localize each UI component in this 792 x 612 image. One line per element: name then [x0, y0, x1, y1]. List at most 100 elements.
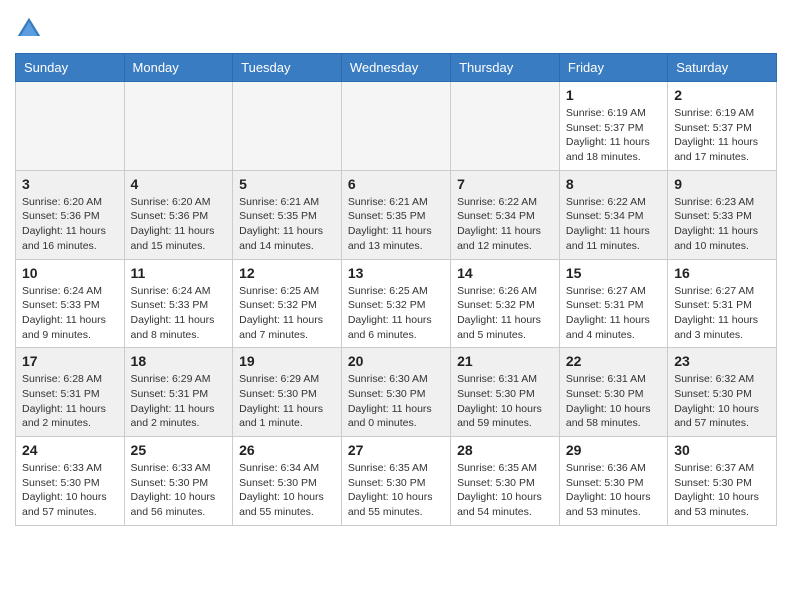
day-info: Sunrise: 6:35 AM Sunset: 5:30 PM Dayligh… — [457, 461, 553, 520]
day-number: 4 — [131, 176, 227, 192]
day-number: 30 — [674, 442, 770, 458]
day-number: 28 — [457, 442, 553, 458]
day-info: Sunrise: 6:19 AM Sunset: 5:37 PM Dayligh… — [674, 106, 770, 165]
calendar-week-row: 10 Sunrise: 6:24 AM Sunset: 5:33 PM Dayli… — [16, 259, 777, 348]
calendar-cell: 6 Sunrise: 6:21 AM Sunset: 5:35 PM Daylig… — [341, 170, 450, 259]
calendar-cell — [124, 82, 233, 171]
day-info: Sunrise: 6:22 AM Sunset: 5:34 PM Dayligh… — [566, 195, 661, 254]
calendar-cell: 4 Sunrise: 6:20 AM Sunset: 5:36 PM Daylig… — [124, 170, 233, 259]
calendar-cell: 23 Sunrise: 6:32 AM Sunset: 5:30 PM Dayli… — [668, 348, 777, 437]
day-number: 29 — [566, 442, 661, 458]
calendar-week-row: 1 Sunrise: 6:19 AM Sunset: 5:37 PM Daylig… — [16, 82, 777, 171]
day-number: 3 — [22, 176, 118, 192]
calendar-week-row: 3 Sunrise: 6:20 AM Sunset: 5:36 PM Daylig… — [16, 170, 777, 259]
day-info: Sunrise: 6:20 AM Sunset: 5:36 PM Dayligh… — [22, 195, 118, 254]
day-number: 13 — [348, 265, 444, 281]
day-number: 14 — [457, 265, 553, 281]
day-info: Sunrise: 6:20 AM Sunset: 5:36 PM Dayligh… — [131, 195, 227, 254]
calendar-cell: 1 Sunrise: 6:19 AM Sunset: 5:37 PM Daylig… — [559, 82, 667, 171]
calendar-cell: 9 Sunrise: 6:23 AM Sunset: 5:33 PM Daylig… — [668, 170, 777, 259]
day-info: Sunrise: 6:33 AM Sunset: 5:30 PM Dayligh… — [22, 461, 118, 520]
calendar-cell: 20 Sunrise: 6:30 AM Sunset: 5:30 PM Dayli… — [341, 348, 450, 437]
calendar-cell: 28 Sunrise: 6:35 AM Sunset: 5:30 PM Dayli… — [451, 437, 560, 526]
calendar-cell: 30 Sunrise: 6:37 AM Sunset: 5:30 PM Dayli… — [668, 437, 777, 526]
day-number: 9 — [674, 176, 770, 192]
weekday-header: Wednesday — [341, 54, 450, 82]
day-number: 23 — [674, 353, 770, 369]
day-info: Sunrise: 6:26 AM Sunset: 5:32 PM Dayligh… — [457, 284, 553, 343]
day-number: 19 — [239, 353, 335, 369]
day-number: 20 — [348, 353, 444, 369]
calendar-cell: 12 Sunrise: 6:25 AM Sunset: 5:32 PM Dayli… — [233, 259, 342, 348]
calendar-cell: 14 Sunrise: 6:26 AM Sunset: 5:32 PM Dayli… — [451, 259, 560, 348]
day-number: 18 — [131, 353, 227, 369]
calendar-cell: 29 Sunrise: 6:36 AM Sunset: 5:30 PM Dayli… — [559, 437, 667, 526]
day-info: Sunrise: 6:21 AM Sunset: 5:35 PM Dayligh… — [348, 195, 444, 254]
calendar-cell: 16 Sunrise: 6:27 AM Sunset: 5:31 PM Dayli… — [668, 259, 777, 348]
calendar-cell: 3 Sunrise: 6:20 AM Sunset: 5:36 PM Daylig… — [16, 170, 125, 259]
day-number: 27 — [348, 442, 444, 458]
day-info: Sunrise: 6:35 AM Sunset: 5:30 PM Dayligh… — [348, 461, 444, 520]
page-header — [15, 15, 777, 43]
day-number: 16 — [674, 265, 770, 281]
day-number: 5 — [239, 176, 335, 192]
calendar-cell: 10 Sunrise: 6:24 AM Sunset: 5:33 PM Dayli… — [16, 259, 125, 348]
calendar-cell: 13Sunrise: 6:25 AM Sunset: 5:32 PM Dayli… — [341, 259, 450, 348]
day-info: Sunrise: 6:36 AM Sunset: 5:30 PM Dayligh… — [566, 461, 661, 520]
day-number: 17 — [22, 353, 118, 369]
day-number: 12 — [239, 265, 335, 281]
calendar-cell: 27 Sunrise: 6:35 AM Sunset: 5:30 PM Dayli… — [341, 437, 450, 526]
logo — [15, 15, 47, 43]
day-info: Sunrise: 6:32 AM Sunset: 5:30 PM Dayligh… — [674, 372, 770, 431]
calendar-cell — [341, 82, 450, 171]
day-info: Sunrise: 6:29 AM Sunset: 5:31 PM Dayligh… — [131, 372, 227, 431]
day-info: Sunrise: 6:27 AM Sunset: 5:31 PM Dayligh… — [674, 284, 770, 343]
calendar-cell: 21 Sunrise: 6:31 AM Sunset: 5:30 PM Dayli… — [451, 348, 560, 437]
weekday-header: Thursday — [451, 54, 560, 82]
calendar-cell: 15Sunrise: 6:27 AM Sunset: 5:31 PM Dayli… — [559, 259, 667, 348]
day-info: Sunrise: 6:29 AM Sunset: 5:30 PM Dayligh… — [239, 372, 335, 431]
day-info: Sunrise: 6:37 AM Sunset: 5:30 PM Dayligh… — [674, 461, 770, 520]
day-info: Sunrise: 6:33 AM Sunset: 5:30 PM Dayligh… — [131, 461, 227, 520]
day-info: Sunrise: 6:21 AM Sunset: 5:35 PM Dayligh… — [239, 195, 335, 254]
day-number: 26 — [239, 442, 335, 458]
day-info: Sunrise: 6:30 AM Sunset: 5:30 PM Dayligh… — [348, 372, 444, 431]
logo-icon — [15, 15, 43, 43]
calendar-cell: 19 Sunrise: 6:29 AM Sunset: 5:30 PM Dayli… — [233, 348, 342, 437]
day-number: 1 — [566, 87, 661, 103]
calendar-week-row: 24 Sunrise: 6:33 AM Sunset: 5:30 PM Dayli… — [16, 437, 777, 526]
calendar-cell — [451, 82, 560, 171]
day-number: 10 — [22, 265, 118, 281]
day-number: 21 — [457, 353, 553, 369]
day-number: 15 — [566, 265, 661, 281]
weekday-header: Sunday — [16, 54, 125, 82]
day-info: Sunrise: 6:23 AM Sunset: 5:33 PM Dayligh… — [674, 195, 770, 254]
day-info: Sunrise: 6:28 AM Sunset: 5:31 PM Dayligh… — [22, 372, 118, 431]
day-number: 2 — [674, 87, 770, 103]
calendar-cell: 26 Sunrise: 6:34 AM Sunset: 5:30 PM Dayli… — [233, 437, 342, 526]
day-number: 7 — [457, 176, 553, 192]
weekday-header: Tuesday — [233, 54, 342, 82]
calendar-cell — [16, 82, 125, 171]
calendar-cell: 18 Sunrise: 6:29 AM Sunset: 5:31 PM Dayli… — [124, 348, 233, 437]
day-number: 11 — [131, 265, 227, 281]
calendar-cell — [233, 82, 342, 171]
day-info: Sunrise: 6:19 AM Sunset: 5:37 PM Dayligh… — [566, 106, 661, 165]
day-info: Sunrise: 6:24 AM Sunset: 5:33 PM Dayligh… — [22, 284, 118, 343]
day-info: Sunrise: 6:25 AM Sunset: 5:32 PM Dayligh… — [239, 284, 335, 343]
calendar-cell: 11Sunrise: 6:24 AM Sunset: 5:33 PM Dayli… — [124, 259, 233, 348]
day-info: Sunrise: 6:31 AM Sunset: 5:30 PM Dayligh… — [457, 372, 553, 431]
calendar-week-row: 17 Sunrise: 6:28 AM Sunset: 5:31 PM Dayli… — [16, 348, 777, 437]
day-number: 8 — [566, 176, 661, 192]
calendar-cell: 5 Sunrise: 6:21 AM Sunset: 5:35 PM Daylig… — [233, 170, 342, 259]
day-number: 25 — [131, 442, 227, 458]
day-number: 6 — [348, 176, 444, 192]
day-number: 24 — [22, 442, 118, 458]
calendar-cell: 7 Sunrise: 6:22 AM Sunset: 5:34 PM Daylig… — [451, 170, 560, 259]
day-number: 22 — [566, 353, 661, 369]
day-info: Sunrise: 6:22 AM Sunset: 5:34 PM Dayligh… — [457, 195, 553, 254]
weekday-header: Monday — [124, 54, 233, 82]
day-info: Sunrise: 6:34 AM Sunset: 5:30 PM Dayligh… — [239, 461, 335, 520]
calendar-cell: 24 Sunrise: 6:33 AM Sunset: 5:30 PM Dayli… — [16, 437, 125, 526]
calendar-cell: 17 Sunrise: 6:28 AM Sunset: 5:31 PM Dayli… — [16, 348, 125, 437]
